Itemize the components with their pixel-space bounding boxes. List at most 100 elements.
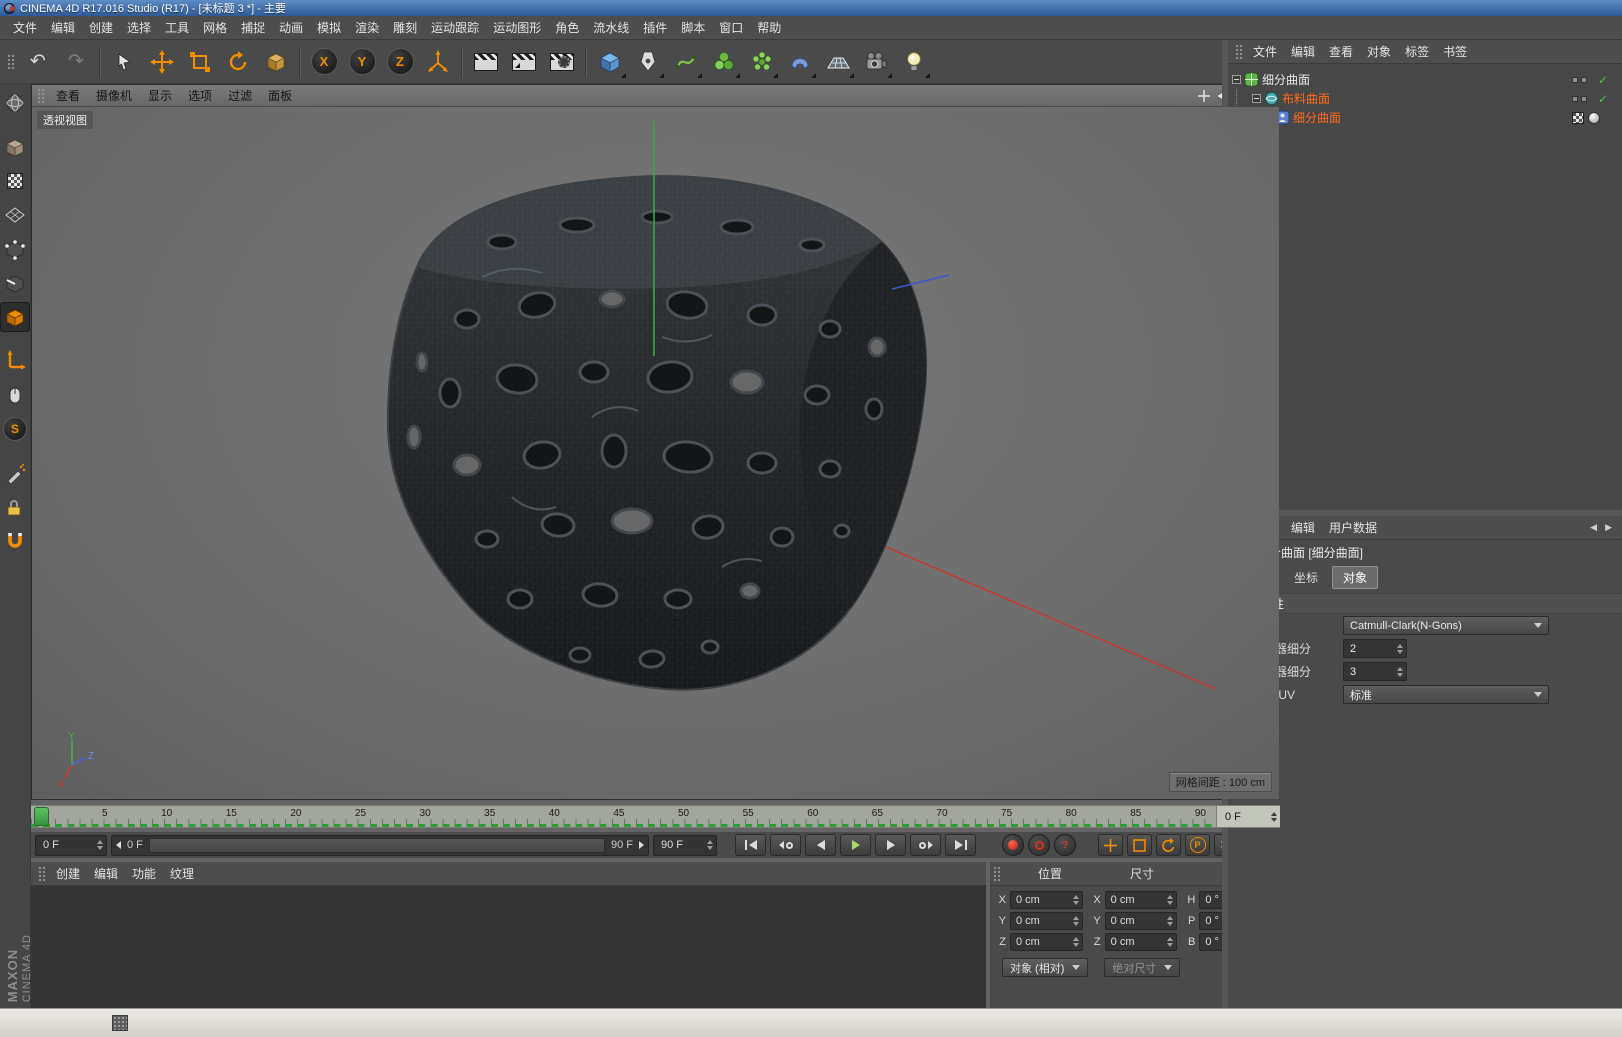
render-settings-button[interactable] xyxy=(544,44,580,80)
object-tree[interactable]: 细分曲面 ✓ 布料曲面 ✓ xyxy=(1228,64,1622,510)
key-rotation-toggle[interactable] xyxy=(1156,834,1181,856)
tab-object[interactable]: 对象 xyxy=(1332,566,1378,589)
stepper[interactable] xyxy=(97,840,103,850)
vp-menu-display[interactable]: 显示 xyxy=(140,85,180,106)
record-button[interactable] xyxy=(1002,834,1024,856)
menu-motion-tracker[interactable]: 运动跟踪 xyxy=(424,16,486,39)
frame-range-slider[interactable]: 0 F 90 F xyxy=(111,835,649,856)
add-array-button[interactable] xyxy=(744,44,780,80)
vp-menu-panel[interactable]: 面板 xyxy=(260,85,300,106)
mat-menu-edit[interactable]: 编辑 xyxy=(87,862,125,885)
object-label[interactable]: 布料曲面 xyxy=(1282,90,1330,107)
add-freehand-spline-button[interactable] xyxy=(668,44,704,80)
menu-pipeline[interactable]: 流水线 xyxy=(586,16,636,39)
move-tool-button[interactable] xyxy=(144,44,180,80)
object-row-cloth-surface[interactable]: 布料曲面 ✓ xyxy=(1232,89,1618,108)
next-frame-button[interactable] xyxy=(875,834,906,856)
add-light-button[interactable] xyxy=(896,44,932,80)
material-list-area[interactable] xyxy=(31,886,986,1008)
key-position-toggle[interactable] xyxy=(1098,834,1123,856)
range-right-arrow-icon[interactable] xyxy=(639,841,644,849)
titlebar[interactable]: CINEMA 4D R17.016 Studio (R17) - [未标题 3 … xyxy=(0,0,1622,16)
stepper[interactable] xyxy=(707,840,713,850)
expand-toggle-icon[interactable] xyxy=(1232,75,1241,84)
toolbar-grip[interactable] xyxy=(7,54,15,70)
object-label[interactable]: 细分曲面 xyxy=(1293,109,1341,126)
position-z-field[interactable]: 0 cm xyxy=(1010,933,1083,951)
position-y-field[interactable]: 0 cm xyxy=(1010,912,1083,930)
size-y-field[interactable]: 0 cm xyxy=(1105,912,1178,930)
render-subdivision-field[interactable]: 3 xyxy=(1343,662,1407,681)
points-mode-button[interactable] xyxy=(0,234,30,264)
go-to-end-button[interactable] xyxy=(945,834,976,856)
menu-script[interactable]: 脚本 xyxy=(674,16,712,39)
subdivide-uv-select[interactable]: 标准 xyxy=(1343,685,1549,704)
size-z-field[interactable]: 0 cm xyxy=(1105,933,1178,951)
render-view-button[interactable] xyxy=(468,44,504,80)
paint-tool-button[interactable] xyxy=(0,458,30,488)
model-mode-button[interactable] xyxy=(0,132,30,162)
menu-create[interactable]: 创建 xyxy=(82,16,120,39)
enable-axis-button[interactable] xyxy=(0,346,30,376)
add-environment-button[interactable] xyxy=(820,44,856,80)
object-label[interactable]: 细分曲面 xyxy=(1262,71,1310,88)
om-menu-bookmarks[interactable]: 书签 xyxy=(1436,40,1474,63)
vp-menu-filter[interactable]: 过滤 xyxy=(220,85,260,106)
object-row-subdivision-child[interactable]: 细分曲面 xyxy=(1232,108,1618,127)
menu-plugins[interactable]: 插件 xyxy=(636,16,674,39)
recent-tool-button[interactable] xyxy=(258,44,294,80)
range-track[interactable] xyxy=(149,838,605,853)
visibility-dots[interactable] xyxy=(1572,96,1598,102)
mat-menu-texture[interactable]: 纹理 xyxy=(163,862,201,885)
om-menu-file[interactable]: 文件 xyxy=(1246,40,1284,63)
phong-tag-icon[interactable] xyxy=(1588,112,1600,124)
scale-tool-button[interactable] xyxy=(182,44,218,80)
workplane-lock-button[interactable] xyxy=(0,492,30,522)
lock-x-axis-button[interactable]: X xyxy=(306,44,342,80)
menu-mograph[interactable]: 运动图形 xyxy=(486,16,548,39)
menu-sculpt[interactable]: 雕刻 xyxy=(386,16,424,39)
object-tags[interactable] xyxy=(1572,112,1618,124)
live-selection-button[interactable] xyxy=(106,44,142,80)
visibility-dots[interactable] xyxy=(1572,77,1598,83)
snap-s-button[interactable]: S xyxy=(0,414,30,444)
add-mograph-cloner-button[interactable] xyxy=(706,44,742,80)
viewport-solo-button[interactable] xyxy=(0,380,30,410)
lock-y-axis-button[interactable]: Y xyxy=(344,44,380,80)
coordinate-grip[interactable] xyxy=(993,866,1001,882)
autokey-button[interactable] xyxy=(1028,834,1050,856)
status-grip[interactable] xyxy=(112,1015,128,1031)
vp-menu-cameras[interactable]: 摄像机 xyxy=(88,85,140,106)
menu-animate[interactable]: 动画 xyxy=(272,16,310,39)
am-menu-edit[interactable]: 编辑 xyxy=(1284,516,1322,539)
play-button[interactable] xyxy=(840,834,871,856)
menu-render[interactable]: 渲染 xyxy=(348,16,386,39)
menu-file[interactable]: 文件 xyxy=(6,16,44,39)
edges-mode-button[interactable] xyxy=(0,268,30,298)
vp-menu-view[interactable]: 查看 xyxy=(48,85,88,106)
add-primitive-button[interactable] xyxy=(592,44,628,80)
object-manager-grip[interactable] xyxy=(1235,44,1243,60)
tab-coordinates[interactable]: 坐标 xyxy=(1283,566,1329,589)
history-forward-icon[interactable]: ▶ xyxy=(1605,522,1612,533)
add-deformer-button[interactable] xyxy=(782,44,818,80)
mat-menu-create[interactable]: 创建 xyxy=(49,862,87,885)
vp-menu-options[interactable]: 选项 xyxy=(180,85,220,106)
om-menu-view[interactable]: 查看 xyxy=(1322,40,1360,63)
size-x-field[interactable]: 0 cm xyxy=(1105,891,1178,909)
material-grip[interactable] xyxy=(38,866,46,882)
next-key-button[interactable] xyxy=(910,834,941,856)
object-properties-section[interactable]: 对象属性 xyxy=(1228,593,1622,614)
menu-window[interactable]: 窗口 xyxy=(712,16,750,39)
add-camera-button[interactable] xyxy=(858,44,894,80)
range-left-arrow-icon[interactable] xyxy=(116,841,121,849)
viewport-canvas[interactable]: Y Z X 透视视图 网格间距 : 100 cm xyxy=(32,107,1279,799)
stepper[interactable] xyxy=(1271,812,1277,822)
editor-subdivision-field[interactable]: 2 xyxy=(1343,639,1407,658)
add-spline-button[interactable] xyxy=(630,44,666,80)
polygons-mode-button[interactable] xyxy=(0,302,30,332)
menu-simulate[interactable]: 模拟 xyxy=(310,16,348,39)
workplane-mode-button[interactable] xyxy=(0,200,30,230)
expand-toggle-icon[interactable] xyxy=(1252,94,1261,103)
timeline-frame-field[interactable]: 0 F xyxy=(1216,806,1280,827)
